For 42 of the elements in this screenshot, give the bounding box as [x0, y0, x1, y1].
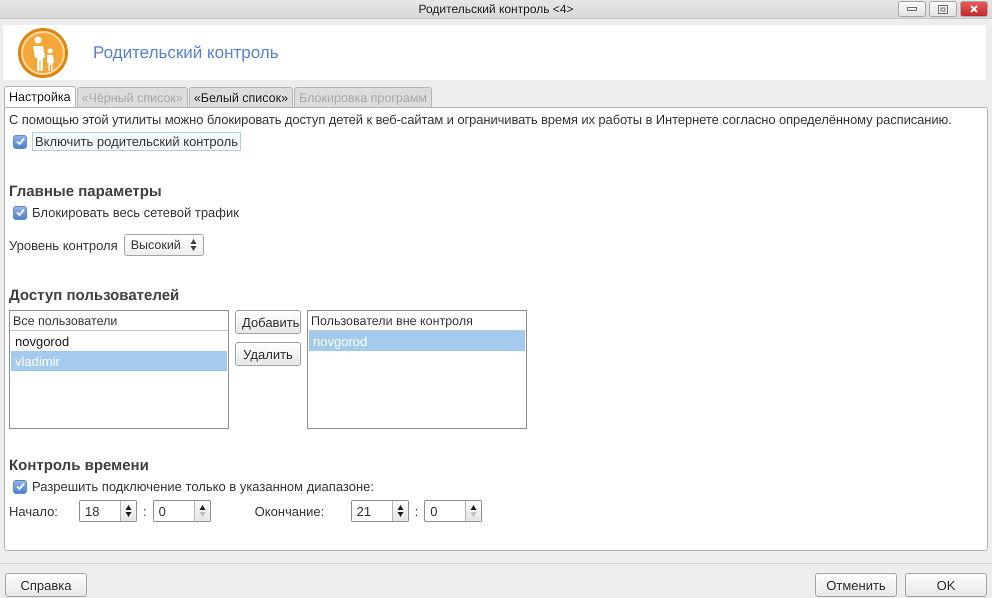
checkbox[interactable] [13, 480, 27, 494]
tab[interactable]: Настройка [4, 86, 76, 107]
minutes-spinner[interactable]: 0 [152, 500, 211, 522]
checkbox[interactable] [13, 206, 27, 220]
checkbox-label: Включить родительский контроль [32, 132, 241, 151]
spin-arrows-icon [125, 504, 132, 518]
hours-spinner[interactable]: 18 [79, 500, 137, 522]
spin-arrows-icon [190, 238, 197, 252]
minimize-button[interactable] [898, 1, 926, 17]
level-select[interactable]: Высокий [124, 234, 204, 256]
list-header: Все пользователи [10, 311, 228, 331]
maximize-icon [938, 4, 948, 14]
description-text: С помощью этой утилиты можно блокировать доступ детей к веб-сайтам и ограничивать время их работы в Интернете согласно определённому расписанию. [9, 112, 953, 127]
close-icon [970, 5, 978, 13]
minimize-icon [907, 7, 917, 11]
hours-spinner[interactable]: 21 [350, 500, 409, 522]
field-label: Начало: [9, 504, 59, 518]
spin-arrows-icon [470, 504, 478, 518]
help-button[interactable]: Справка [5, 573, 87, 597]
spin-arrows-icon [198, 504, 206, 518]
list-button[interactable]: Удалить [235, 342, 301, 366]
section-heading: Главные параметры [9, 183, 163, 200]
window-title: Родительский контроль <4> [418, 2, 574, 16]
minutes-spinner[interactable]: 0 [424, 500, 482, 522]
section-heading: Контроль времени [9, 457, 150, 474]
section-heading: Доступ пользователей [9, 287, 180, 304]
ok-button[interactable]: OK [905, 573, 987, 597]
field-label: Окончание: [254, 504, 326, 518]
cancel-button[interactable]: Отменить [815, 573, 897, 597]
list-item[interactable]: novgorod [11, 331, 227, 351]
close-button[interactable] [960, 1, 988, 17]
maximize-button[interactable] [929, 1, 957, 17]
checkbox[interactable] [13, 134, 27, 148]
list-button[interactable]: Добавить [235, 310, 301, 334]
checkbox-label: Разрешить подключение только в указанном диапазоне: [32, 479, 374, 494]
header-title: Родительский контроль [93, 42, 279, 62]
time-separator: : [414, 504, 418, 518]
checkbox-label: Блокировать весь сетевой трафик [32, 205, 239, 220]
field-label: Уровень контроля [9, 238, 118, 252]
tab[interactable]: «Белый список» [188, 87, 294, 107]
spin-arrows-icon [396, 504, 404, 518]
time-separator: : [143, 504, 147, 518]
